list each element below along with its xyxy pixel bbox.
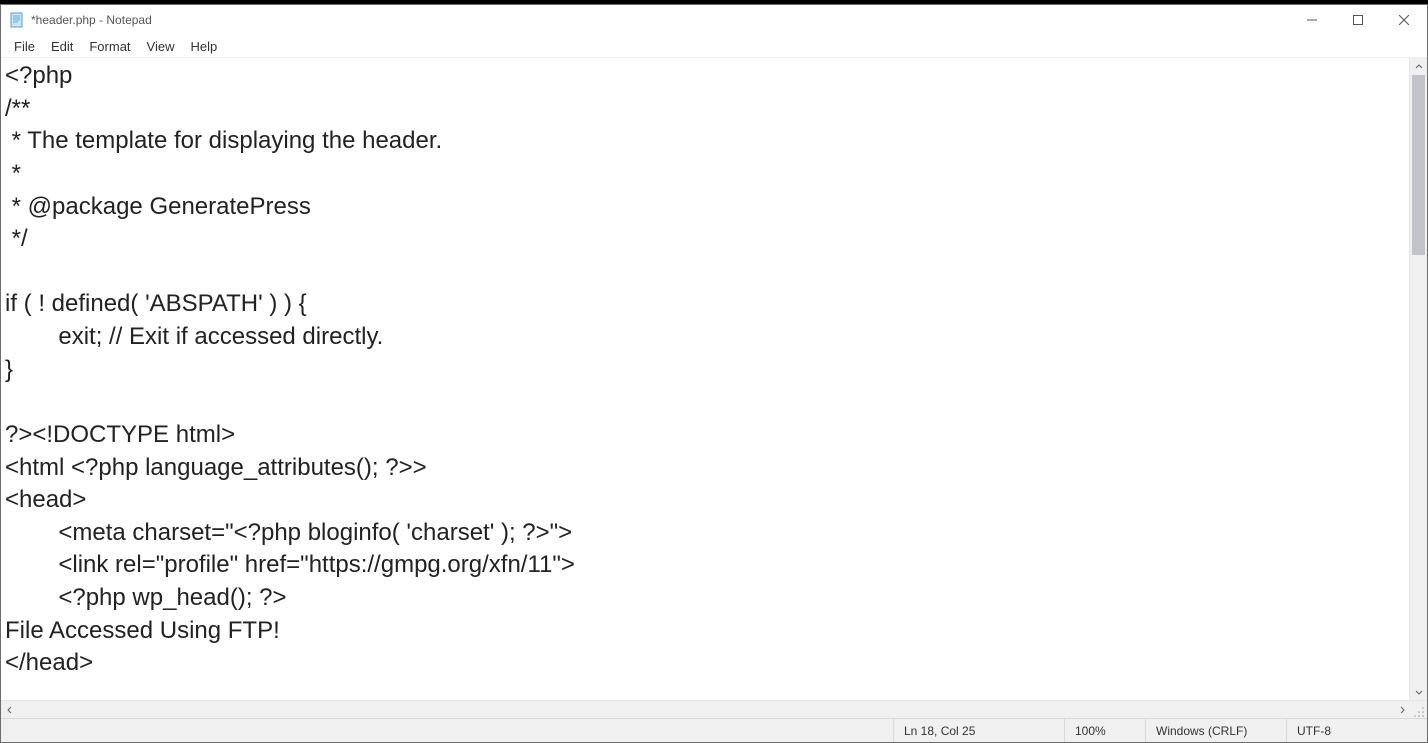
editor-area: <?php /** * The template for displaying … [1,57,1427,700]
horizontal-scrollbar[interactable] [1,700,1427,718]
titlebar-left: *header.php - Notepad [1,12,152,28]
window-title: *header.php - Notepad [31,13,152,27]
resize-grip-icon[interactable] [1410,701,1427,718]
status-position: Ln 18, Col 25 [893,719,1064,742]
status-encoding: UTF-8 [1286,719,1427,742]
status-zoom: 100% [1064,719,1145,742]
vertical-scrollbar[interactable] [1409,58,1427,700]
menu-edit[interactable]: Edit [44,37,80,56]
scroll-left-icon[interactable] [1,701,18,718]
status-spacer [1,719,893,742]
vertical-scroll-thumb[interactable] [1412,75,1425,255]
text-editor[interactable]: <?php /** * The template for displaying … [1,58,1409,700]
close-button[interactable] [1381,5,1427,35]
notepad-window: *header.php - Notepad File Edit Format V… [0,4,1428,743]
scroll-down-icon[interactable] [1410,683,1427,700]
scroll-right-icon[interactable] [1393,701,1410,718]
minimize-button[interactable] [1289,5,1335,35]
menu-file[interactable]: File [7,37,42,56]
menu-format[interactable]: Format [82,37,137,56]
maximize-button[interactable] [1335,5,1381,35]
window-controls [1289,5,1427,35]
menu-view[interactable]: View [140,37,182,56]
notepad-icon [9,12,25,28]
menubar: File Edit Format View Help [1,35,1427,57]
status-line-ending: Windows (CRLF) [1145,719,1286,742]
scroll-up-icon[interactable] [1410,58,1427,75]
statusbar: Ln 18, Col 25 100% Windows (CRLF) UTF-8 [1,718,1427,742]
menu-help[interactable]: Help [183,37,224,56]
titlebar[interactable]: *header.php - Notepad [1,5,1427,35]
